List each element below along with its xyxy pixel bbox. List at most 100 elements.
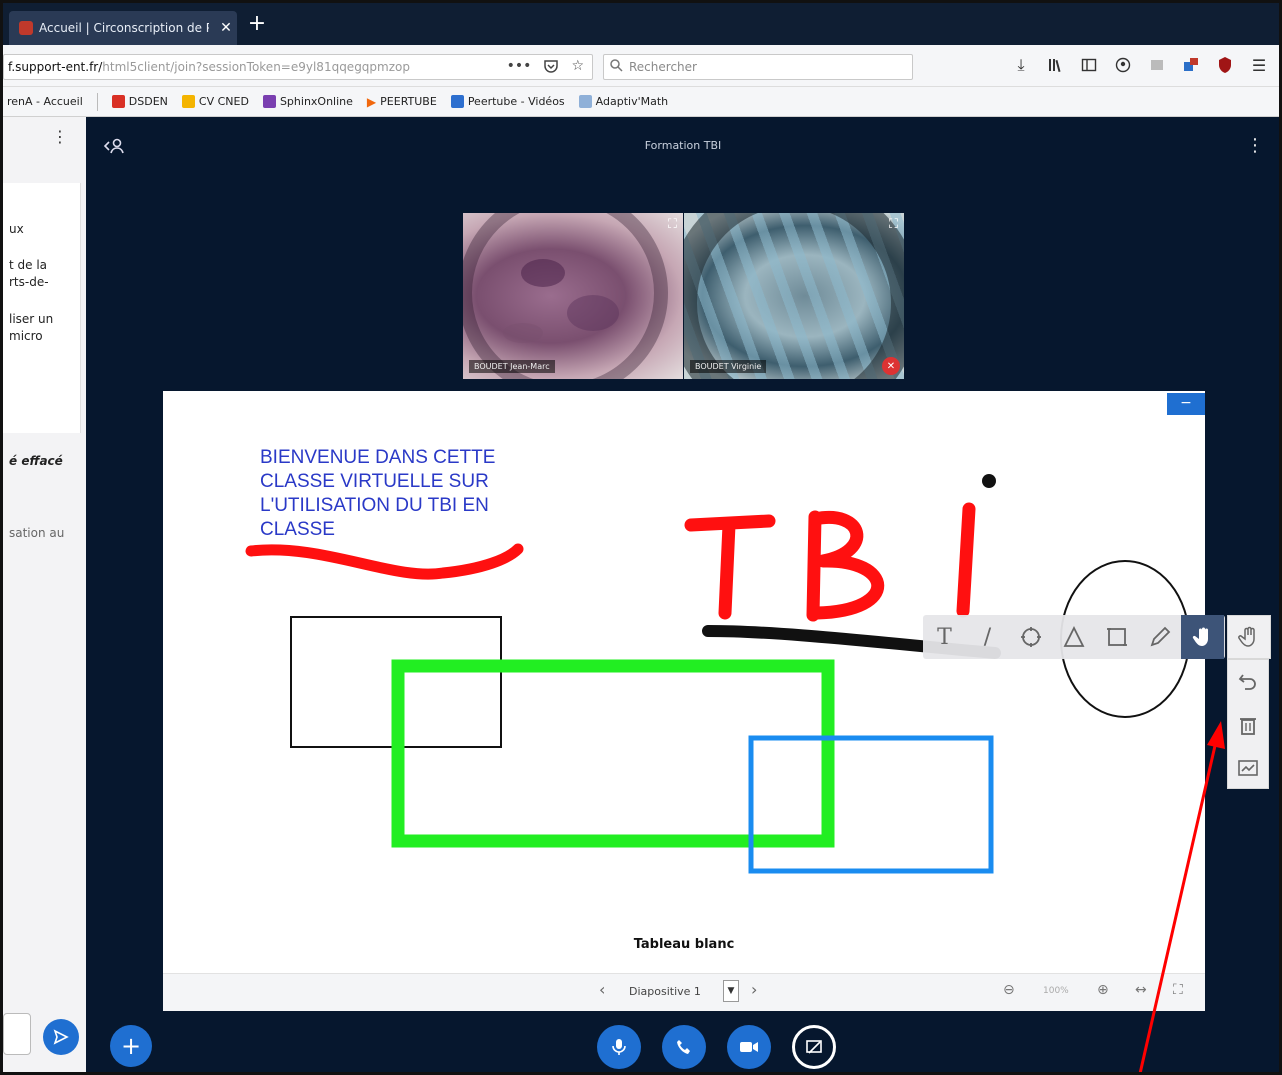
new-tab-button[interactable]: +	[245, 13, 269, 35]
actions-menu-button[interactable]: +	[110, 1025, 152, 1067]
whiteboard-label: Tableau blanc	[633, 937, 735, 952]
bookmark-item[interactable]: renA - Accueil	[7, 95, 83, 108]
extension-puzzle-icon[interactable]	[1181, 55, 1201, 75]
whiteboard-presentation[interactable]: − BIENVENUE DANS CETTE CLASSE VIRTUELLE …	[163, 391, 1205, 1011]
peertube-icon: ▶	[366, 94, 377, 109]
zoom-out-button[interactable]: ⊖	[1003, 982, 1015, 998]
hand-tool-icon[interactable]	[1181, 615, 1224, 659]
users-icon	[103, 138, 124, 154]
bookmark-item[interactable]: ▶ PEERTUBE	[367, 95, 437, 109]
bookmark-star-icon[interactable]: ☆	[571, 58, 584, 78]
account-icon[interactable]	[1113, 55, 1133, 75]
downloads-icon[interactable]: ⤓	[1011, 55, 1031, 75]
screenshot-frame: Accueil | Circonscription de Pri ✕ + f.s…	[0, 0, 1282, 1075]
ellipse-tool-icon[interactable]	[1009, 615, 1052, 659]
browser-tab-active[interactable]: Accueil | Circonscription de Pri ✕	[9, 11, 237, 45]
zoom-level: 100%	[1043, 986, 1069, 996]
user-list-toggle[interactable]	[103, 137, 125, 159]
conference-app: ⋮ ux t de la rts-de- liser un micro é ef…	[3, 117, 1279, 1072]
search-input[interactable]: Rechercher	[603, 54, 913, 80]
sidebar-text: micro	[9, 329, 43, 343]
previous-slide-button[interactable]: ‹	[599, 980, 605, 999]
url-host: f.support-ent.fr/	[8, 60, 103, 74]
bookmark-item[interactable]: Adaptiv'Math	[578, 95, 668, 108]
bookmark-item[interactable]: SphinxOnline	[262, 95, 353, 108]
sidebar-text: t de la	[9, 258, 48, 272]
sidebar-text: ux	[9, 222, 24, 236]
search-icon	[610, 59, 623, 75]
sidebar-message-card: ux t de la rts-de- liser un micro	[3, 183, 81, 433]
microphone-icon	[612, 1039, 626, 1055]
red-pointer-arrow	[1138, 721, 1225, 1072]
ublock-shield-icon[interactable]	[1215, 55, 1235, 75]
close-tab-icon[interactable]: ✕	[215, 20, 237, 36]
library-icon[interactable]	[1045, 55, 1065, 75]
chat-sidebar: ⋮ ux t de la rts-de- liser un micro é ef…	[3, 117, 86, 1072]
browser-toolbar-icons: ⤓ ☰	[1011, 55, 1269, 75]
screen-share-icon	[806, 1040, 822, 1054]
tab-title: Accueil | Circonscription de Pri	[39, 21, 209, 35]
webcam-tile[interactable]: ⛶ BOUDET Jean-Marc	[463, 213, 683, 379]
meeting-title: Formation TBI	[644, 139, 722, 152]
sidebar-text: rts-de-	[9, 275, 49, 289]
text-tool-icon[interactable]: T	[923, 615, 966, 659]
bookmark-item[interactable]: DSDEN	[111, 95, 168, 108]
webcam-username: BOUDET Virginie	[690, 360, 767, 373]
sidebar-options-icon[interactable]: ⋮	[52, 127, 68, 146]
camera-button[interactable]	[727, 1025, 771, 1069]
menu-hamburger-icon[interactable]: ☰	[1249, 55, 1269, 75]
next-slide-button[interactable]: ›	[751, 980, 757, 999]
rectangle-tool-icon[interactable]	[1095, 615, 1138, 659]
peertube-videos-icon	[450, 95, 464, 108]
webcam-username: BOUDET Jean-Marc	[469, 360, 555, 373]
extension-grid-icon[interactable]	[1147, 55, 1167, 75]
pocket-icon[interactable]	[543, 58, 559, 78]
meeting-options-icon[interactable]: ⋮	[1246, 135, 1264, 156]
tbi-handwriting	[684, 502, 976, 622]
sidebar-text: liser un	[9, 312, 54, 326]
red-underline-stroke	[245, 543, 524, 580]
triangle-tool-icon[interactable]	[1052, 615, 1095, 659]
webcam-vignette	[684, 213, 904, 379]
bookmark-item[interactable]: Peertube - Vidéos	[450, 95, 565, 108]
action-bar: +	[3, 1019, 1279, 1072]
zoom-in-button[interactable]: ⊕	[1097, 982, 1109, 998]
muted-mic-icon: ✕	[882, 357, 900, 375]
annotation-toolbar: T /	[923, 615, 1225, 659]
whiteboard-drawings	[245, 474, 1190, 874]
expand-icon[interactable]: ⛶	[668, 217, 677, 232]
dsden-icon	[111, 95, 125, 108]
url-path: html5client/join?sessionToken=e9yl81qqeg…	[102, 60, 410, 74]
microphone-button[interactable]	[597, 1025, 641, 1069]
cned-icon	[181, 95, 195, 108]
browser-tab-bar: Accueil | Circonscription de Pri ✕ +	[3, 3, 1279, 45]
bookmark-separator	[96, 92, 98, 111]
site-favicon-icon	[19, 21, 33, 35]
undo-icon[interactable]	[1228, 660, 1268, 703]
sidebar-icon[interactable]	[1079, 55, 1099, 75]
pencil-tool-icon[interactable]	[1138, 615, 1181, 659]
video-camera-icon	[740, 1042, 758, 1052]
page-actions-icon[interactable]: •••	[507, 58, 532, 78]
bookmarks-bar: renA - Accueil DSDEN CV CNED SphinxOnlin…	[3, 87, 1279, 117]
bookmark-item[interactable]: CV CNED	[181, 95, 249, 108]
webcam-image	[463, 213, 668, 379]
hand-tool-toggle-icon[interactable]	[1227, 615, 1271, 659]
audio-button[interactable]	[662, 1025, 706, 1069]
sidebar-note: é effacé	[9, 454, 63, 468]
slide-dropdown-icon[interactable]: ▼	[723, 980, 739, 1002]
url-actions: ••• ☆	[507, 58, 584, 78]
tbi-dot	[982, 474, 996, 488]
adaptivmath-icon	[578, 95, 592, 108]
sidebar-note: sation au	[9, 526, 65, 540]
url-bar[interactable]: f.support-ent.fr/ html5client/join?sessi…	[3, 54, 593, 80]
browser-nav-bar: f.support-ent.fr/ html5client/join?sessi…	[3, 45, 1279, 87]
expand-icon[interactable]: ⛶	[889, 217, 898, 232]
slide-select[interactable]: Diapositive 1	[629, 985, 701, 998]
screen-share-button[interactable]	[792, 1025, 836, 1069]
line-tool-icon[interactable]: /	[966, 615, 1009, 659]
webcam-tile[interactable]: ⛶ BOUDET Virginie ✕	[684, 213, 904, 379]
search-placeholder: Rechercher	[629, 60, 697, 74]
sphinx-icon	[262, 95, 276, 108]
phone-icon	[677, 1040, 690, 1054]
